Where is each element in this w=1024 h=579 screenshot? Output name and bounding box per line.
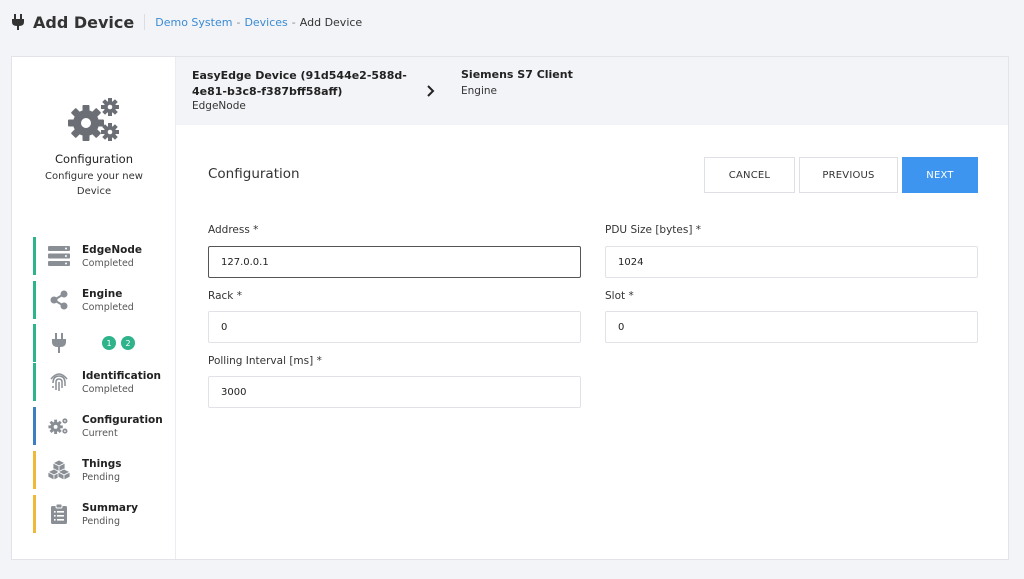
- step-things[interactable]: Things Pending: [33, 451, 173, 489]
- device-type: EdgeNode: [192, 100, 246, 112]
- breadcrumb-devices[interactable]: Devices: [244, 16, 287, 29]
- address-field[interactable]: [208, 246, 581, 278]
- gears-icon: [68, 98, 119, 141]
- slot-field[interactable]: [605, 311, 978, 343]
- rack-field[interactable]: [208, 311, 581, 343]
- breadcrumb: Demo System - Devices - Add Device: [155, 16, 362, 29]
- step-state: Pending: [82, 515, 120, 527]
- step-state: Current: [82, 427, 118, 439]
- breadcrumb-add-device: Add Device: [299, 15, 363, 29]
- step-engine[interactable]: Engine Completed: [33, 281, 173, 319]
- cubes-icon: [48, 459, 70, 481]
- badge-step-1[interactable]: 1: [102, 336, 116, 350]
- fingerprint-icon: [48, 371, 70, 393]
- stepper-sidebar: Configuration Configure your new Device …: [12, 57, 176, 559]
- section-title: Configuration: [208, 166, 300, 182]
- client-name: Siemens S7 Client: [461, 68, 573, 81]
- step-label: Identification: [82, 369, 162, 382]
- breadcrumb-separator: -: [291, 15, 296, 29]
- step-label: Things: [82, 457, 122, 470]
- stepper-heading: Configuration: [55, 152, 133, 166]
- previous-button[interactable]: PREVIOUS: [799, 157, 898, 193]
- step-label: Configuration: [82, 413, 163, 426]
- chevron-right-icon: [427, 85, 435, 97]
- server-icon: [48, 245, 70, 267]
- step-state: Completed: [82, 257, 134, 269]
- step-edgenode[interactable]: EdgeNode Completed: [33, 237, 173, 275]
- step-identification[interactable]: Identification Completed: [33, 363, 173, 401]
- step-label: Engine: [82, 287, 123, 300]
- cancel-button[interactable]: CANCEL: [704, 157, 795, 193]
- step-device-type[interactable]: 1 2: [33, 324, 173, 362]
- top-bar: Add Device Demo System - Devices - Add D…: [0, 0, 1024, 44]
- slot-label: Slot *: [605, 290, 634, 302]
- step-label: EdgeNode: [82, 243, 142, 256]
- device-name: EasyEdge Device (91d544e2-588d-4e81-b3c8…: [192, 69, 407, 98]
- share-icon: [48, 289, 70, 311]
- client-type: Engine: [461, 85, 497, 97]
- step-summary[interactable]: Summary Pending: [33, 495, 173, 533]
- device-header: EasyEdge Device (91d544e2-588d-4e81-b3c8…: [176, 57, 1008, 125]
- pdu-size-field[interactable]: [605, 246, 978, 278]
- plug-icon: [48, 332, 70, 354]
- breadcrumb-demo-system[interactable]: Demo System: [155, 16, 232, 29]
- plug-icon: [12, 14, 24, 30]
- polling-interval-field[interactable]: [208, 376, 581, 408]
- page-title: Add Device: [33, 12, 135, 32]
- step-badges: 1 2: [102, 336, 135, 350]
- title-divider: [144, 14, 146, 30]
- step-label: Summary: [82, 501, 139, 514]
- clipboard-icon: [48, 503, 70, 525]
- step-state: Completed: [82, 383, 134, 395]
- breadcrumb-separator: -: [236, 15, 241, 29]
- badge-step-2[interactable]: 2: [121, 336, 135, 350]
- rack-label: Rack *: [208, 290, 242, 302]
- step-state: Completed: [82, 301, 134, 313]
- polling-interval-label: Polling Interval [ms] *: [208, 355, 322, 367]
- wizard-card: Configuration Configure your new Device …: [11, 56, 1009, 560]
- step-state: Pending: [82, 471, 120, 483]
- gears-icon: [48, 415, 70, 437]
- address-label: Address *: [208, 224, 259, 236]
- next-button[interactable]: NEXT: [902, 157, 978, 193]
- stepper-subtext: Configure your new Device: [45, 171, 143, 197]
- step-configuration[interactable]: Configuration Current: [33, 407, 173, 445]
- pdu-size-label: PDU Size [bytes] *: [605, 224, 702, 236]
